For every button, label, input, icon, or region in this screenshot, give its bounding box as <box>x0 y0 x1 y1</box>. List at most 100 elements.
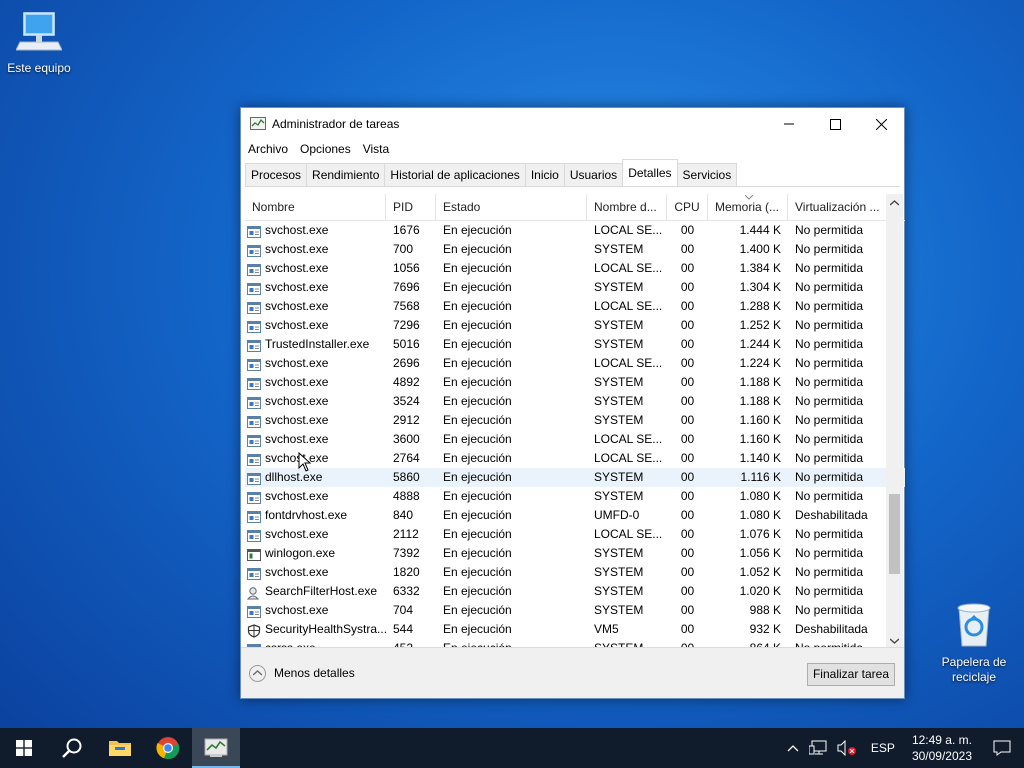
scroll-up-button[interactable] <box>886 194 903 211</box>
table-row[interactable]: SecurityHealthSystra... 544 En ejecución VM… <box>245 620 905 639</box>
table-row[interactable]: TrustedInstaller.exe 5016 En ejecución SYST… <box>245 335 905 354</box>
task-manager-window: Administrador de tareas Archivo Opciones… <box>240 107 905 699</box>
column-header-name[interactable]: Nombre <box>245 194 386 220</box>
process-memory: 1.160 K <box>739 432 781 446</box>
process-name: svchost.exe <box>245 297 386 316</box>
close-button[interactable] <box>858 108 904 140</box>
clock-date: 30/09/2023 <box>911 749 972 763</box>
service-icon <box>247 263 261 276</box>
process-virtualization: No permitida <box>795 280 864 294</box>
tab-usuarios[interactable]: Usuarios <box>563 163 624 186</box>
tab-procesos[interactable]: Procesos <box>245 163 308 186</box>
table-row[interactable]: svchost.exe 7568 En ejecución LOCAL SE... 00… <box>245 297 905 316</box>
minimize-button[interactable] <box>766 108 812 140</box>
column-header-status[interactable]: Estado <box>436 194 587 220</box>
taskbar-chrome[interactable] <box>144 728 192 768</box>
process-name: TrustedInstaller.exe <box>245 335 386 354</box>
column-header-cpu[interactable]: CPU <box>667 194 708 220</box>
search-button[interactable] <box>48 728 96 768</box>
end-task-button[interactable]: Finalizar tarea <box>806 663 895 686</box>
table-row[interactable]: svchost.exe 1820 En ejecución SYSTEM 00 1.052… <box>245 563 905 582</box>
process-cpu: 00 <box>680 299 695 313</box>
table-row[interactable]: svchost.exe 704 En ejecución SYSTEM 00 988 K N… <box>245 601 905 620</box>
process-user: SYSTEM <box>594 546 644 560</box>
table-row[interactable]: SearchFilterHost.exe 6332 En ejecución SYST… <box>245 582 905 601</box>
language-indicator[interactable]: ESP <box>871 741 895 755</box>
table-row[interactable]: svchost.exe 7296 En ejecución SYSTEM 00 1.252… <box>245 316 905 335</box>
process-cpu: 00 <box>680 337 695 351</box>
table-row[interactable]: svchost.exe 2696 En ejecución LOCAL SE... 00… <box>245 354 905 373</box>
table-row[interactable]: dllhost.exe 5860 En ejecución SYSTEM 00 1.116… <box>245 468 905 487</box>
process-user: SYSTEM <box>594 584 644 598</box>
process-virtualization: No permitida <box>795 375 864 389</box>
notifications-button[interactable] <box>980 728 1024 768</box>
table-row[interactable]: svchost.exe 3524 En ejecución SYSTEM 00 1.188… <box>245 392 905 411</box>
process-memory: 1.052 K <box>739 565 781 579</box>
table-row[interactable]: svchost.exe 1056 En ejecución LOCAL SE... 00… <box>245 259 905 278</box>
process-memory: 1.140 K <box>739 451 781 465</box>
process-pid: 544 <box>393 622 414 636</box>
taskbar-file-explorer[interactable] <box>96 728 144 768</box>
tab-historial[interactable]: Historial de aplicaciones <box>384 163 526 186</box>
process-memory: 1.400 K <box>739 242 781 256</box>
taskbar-task-manager[interactable] <box>192 728 240 768</box>
process-name-text: svchost.exe <box>265 318 329 332</box>
column-header-pid[interactable]: PID <box>386 194 436 220</box>
process-memory: 1.384 K <box>739 261 781 275</box>
network-button[interactable] <box>808 740 827 756</box>
column-header-virtualization[interactable]: Virtualización ... <box>788 194 887 220</box>
process-status: En ejecución <box>443 470 512 484</box>
table-row[interactable]: svchost.exe 2112 En ejecución LOCAL SE... 00… <box>245 525 905 544</box>
desktop-icon-this-pc[interactable]: Este equipo <box>0 10 84 76</box>
service-icon <box>247 301 261 314</box>
process-pid: 6332 <box>393 584 420 598</box>
folder-icon <box>109 741 131 756</box>
table-row[interactable]: svchost.exe 2912 En ejecución SYSTEM 00 1.160… <box>245 411 905 430</box>
table-row[interactable]: winlogon.exe 7392 En ejecución SYSTEM 00 1.05… <box>245 544 905 563</box>
system-tray: ESP 12:49 a. m. 30/09/2023 <box>782 728 1024 768</box>
task-manager-icon <box>250 117 266 130</box>
process-user: SYSTEM <box>594 470 644 484</box>
tab-servicios[interactable]: Servicios <box>676 163 738 186</box>
process-memory: 1.252 K <box>739 318 781 332</box>
chevron-down-icon <box>890 637 899 644</box>
menu-opciones[interactable]: Opciones <box>300 140 351 158</box>
process-pid: 1676 <box>393 223 420 237</box>
process-pid: 5016 <box>393 337 420 351</box>
process-name-text: svchost.exe <box>265 280 329 294</box>
clock[interactable]: 12:49 a. m. 30/09/2023 <box>912 732 972 764</box>
table-row[interactable]: svchost.exe 2764 En ejecución LOCAL SE... 00… <box>245 449 905 468</box>
process-virtualization: No permitida <box>795 299 864 313</box>
menu-archivo[interactable]: Archivo <box>248 140 288 158</box>
table-row[interactable]: fontdrvhost.exe 840 En ejecución UMFD-0 00 1.… <box>245 506 905 525</box>
desktop-icon-recycle-bin[interactable]: Papelera de reciclaje <box>929 600 1019 685</box>
scroll-thumb[interactable] <box>889 494 900 574</box>
table-row[interactable]: svchost.exe 7696 En ejecución SYSTEM 00 1.304… <box>245 278 905 297</box>
table-row[interactable]: svchost.exe 3600 En ejecución LOCAL SE... 00… <box>245 430 905 449</box>
process-pid: 700 <box>393 242 414 256</box>
process-name: svchost.exe <box>245 411 386 430</box>
menu-vista[interactable]: Vista <box>363 140 389 158</box>
less-details-button[interactable]: Menos detalles <box>249 664 355 682</box>
tab-rendimiento[interactable]: Rendimiento <box>306 163 386 186</box>
table-row[interactable]: svchost.exe 700 En ejecución SYSTEM 00 1.400 … <box>245 240 905 259</box>
table-row[interactable]: svchost.exe 1676 En ejecución LOCAL SE... 00… <box>245 221 905 240</box>
process-virtualization: No permitida <box>795 489 864 503</box>
process-cpu: 00 <box>680 622 695 636</box>
maximize-button[interactable] <box>812 108 858 140</box>
table-row[interactable]: svchost.exe 4892 En ejecución SYSTEM 00 1.188… <box>245 373 905 392</box>
tab-detalles[interactable]: Detalles <box>622 159 678 186</box>
volume-button[interactable] <box>837 740 857 756</box>
maximize-icon <box>829 118 841 130</box>
column-header-user[interactable]: Nombre d... <box>587 194 667 220</box>
process-name: svchost.exe <box>245 430 386 449</box>
table-row[interactable]: svchost.exe 4888 En ejecución SYSTEM 00 1.080… <box>245 487 905 506</box>
vertical-scrollbar[interactable] <box>886 194 903 649</box>
process-status: En ejecución <box>443 223 512 237</box>
process-cpu: 00 <box>680 223 695 237</box>
process-cpu: 00 <box>680 413 695 427</box>
tab-inicio[interactable]: Inicio <box>524 163 565 186</box>
show-hidden-icons-button[interactable] <box>787 744 799 752</box>
title-bar[interactable]: Administrador de tareas <box>241 108 904 140</box>
start-button[interactable] <box>0 728 48 768</box>
